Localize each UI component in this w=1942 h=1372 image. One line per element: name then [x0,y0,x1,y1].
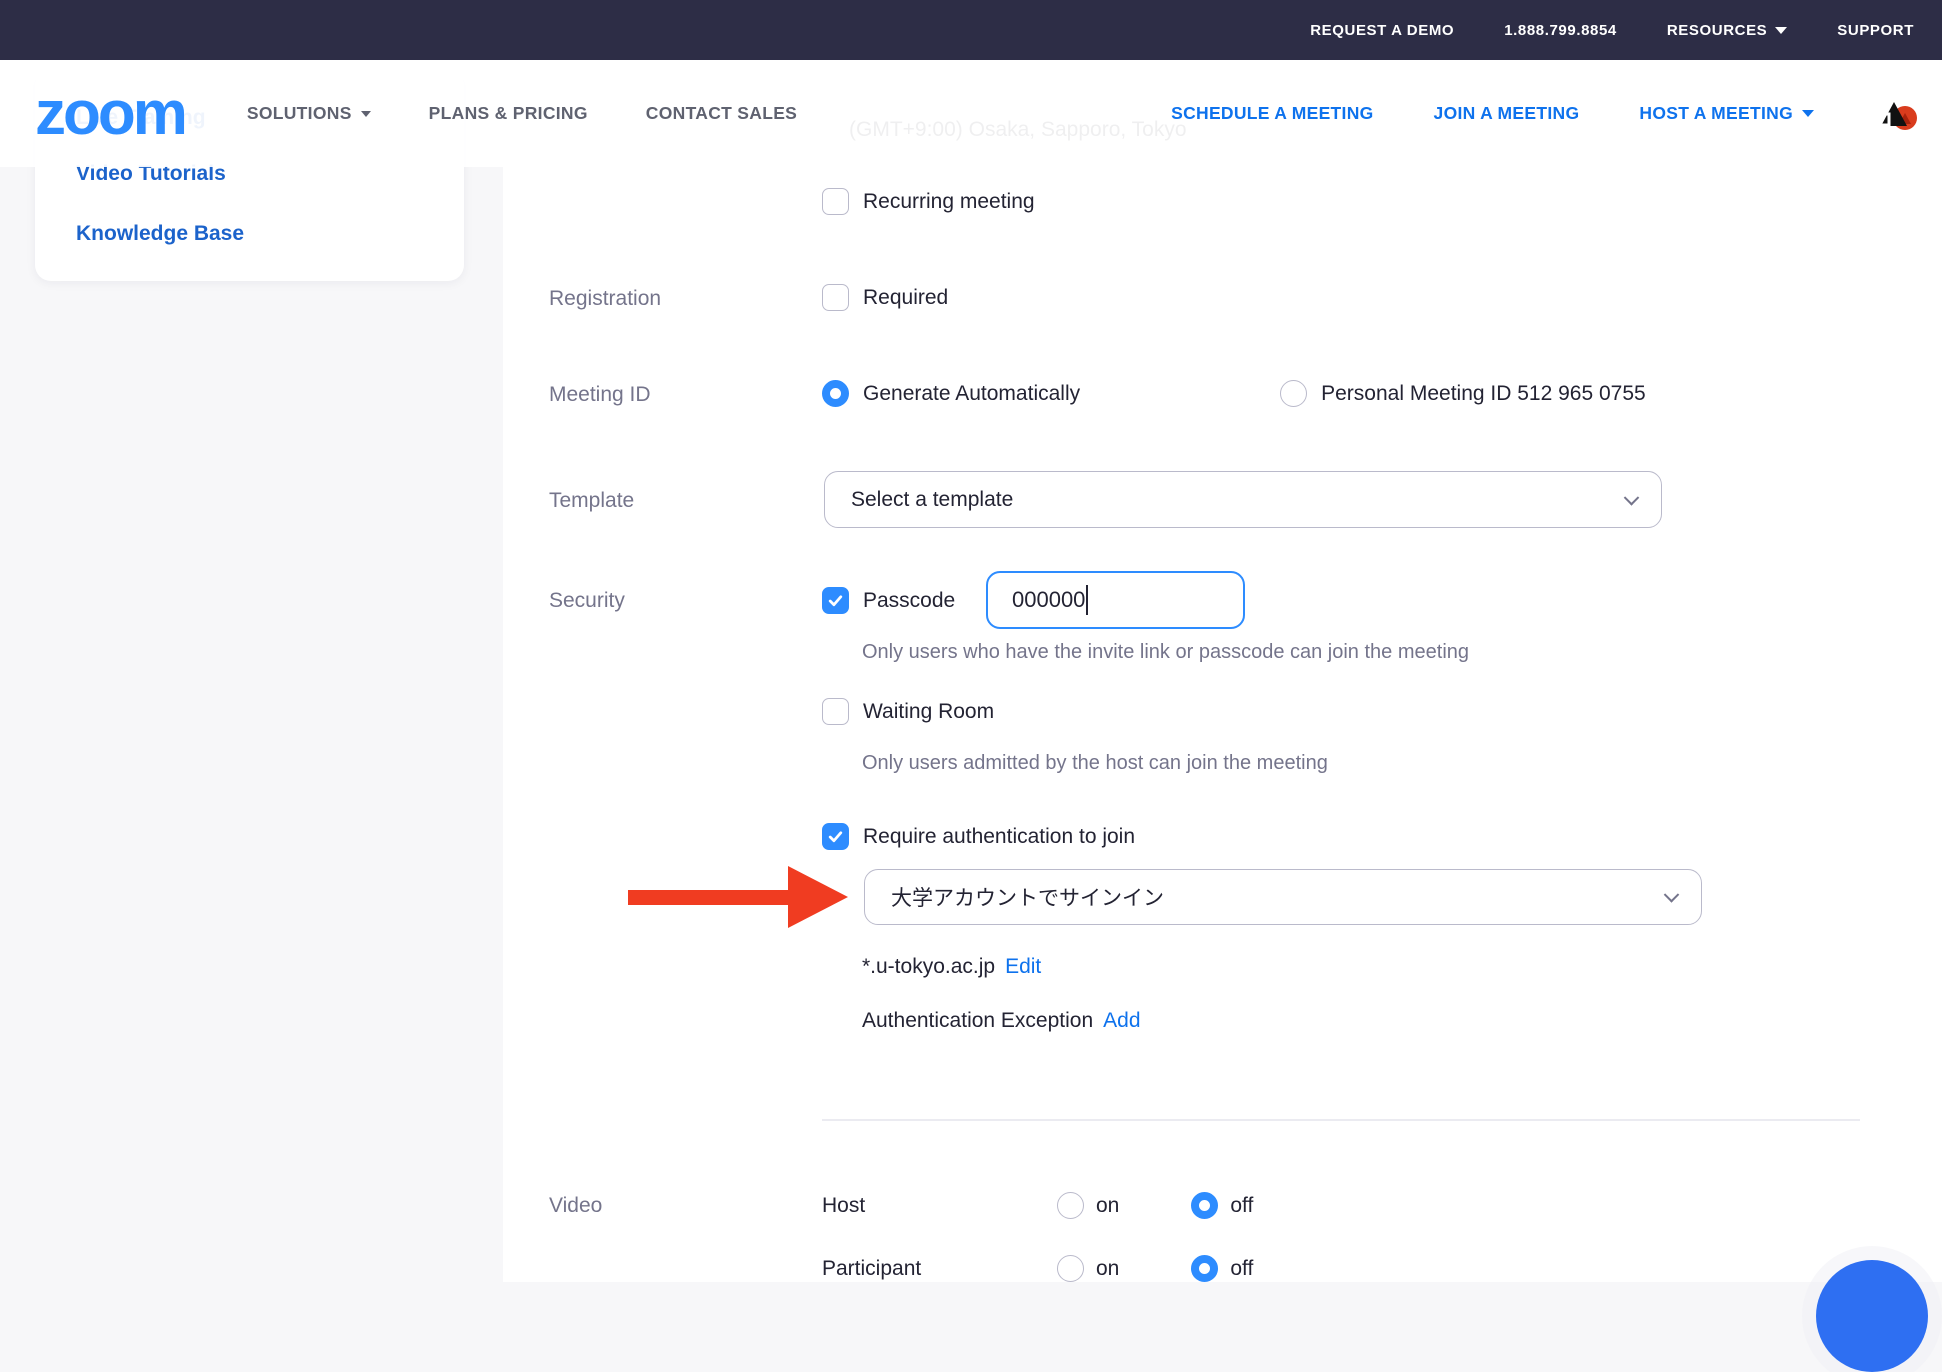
meeting-id-label: Meeting ID [549,383,651,407]
passcode-input[interactable]: 000000 [986,571,1245,629]
personal-meeting-id-radio[interactable] [1280,380,1307,407]
host-video-off-radio[interactable] [1191,1192,1218,1219]
recurring-meeting-row: Recurring meeting [822,188,1035,215]
auth-method-select[interactable]: 大学アカウントでサインイン [864,869,1702,925]
passcode-checkbox[interactable] [822,587,849,614]
support-link[interactable]: SUPPORT [1837,22,1914,39]
section-divider [822,1119,1860,1121]
host-meeting-label: HOST A MEETING [1639,103,1793,124]
video-participant-label: Participant [822,1257,1057,1281]
require-auth-checkbox[interactable] [822,823,849,850]
primary-nav: SOLUTIONS PLANS & PRICING CONTACT SALES [247,103,797,124]
host-video-on-label: on [1096,1194,1119,1218]
participant-video-off-radio[interactable] [1191,1255,1218,1282]
require-auth-label: Require authentication to join [863,825,1135,849]
generate-automatically-label: Generate Automatically [863,382,1080,406]
meeting-nav: SCHEDULE A MEETING JOIN A MEETING HOST A… [1171,94,1918,134]
request-demo-link[interactable]: REQUEST A DEMO [1310,22,1454,39]
registration-required-checkbox[interactable] [822,284,849,311]
auth-domain-edit-link[interactable]: Edit [1005,955,1041,979]
registration-row: Required [822,284,948,311]
text-cursor [1086,585,1088,615]
require-auth-row: Require authentication to join [822,823,1135,850]
meeting-id-row: Generate Automatically Personal Meeting … [822,380,1646,407]
passcode-label: Passcode [863,589,955,613]
auth-method-value: 大学アカウントでサインイン [891,882,1164,912]
chevron-down-icon [1624,490,1640,506]
auth-exception-add-link[interactable]: Add [1103,1009,1140,1033]
video-label: Video [549,1194,602,1218]
video-participant-row: Participant on off [822,1255,1253,1282]
security-label: Security [549,589,625,613]
host-meeting-menu[interactable]: HOST A MEETING [1639,103,1814,124]
zoom-logo[interactable]: zoom [35,83,185,145]
phone-number[interactable]: 1.888.799.8854 [1504,22,1617,39]
recurring-meeting-checkbox[interactable] [822,188,849,215]
template-label: Template [549,489,634,513]
check-icon [827,592,844,609]
sidebar-item-knowledge-base[interactable]: Knowledge Base [76,222,244,246]
video-host-label: Host [822,1194,1057,1218]
video-host-row: Host on off [822,1192,1253,1219]
registration-required-label: Required [863,286,948,310]
chevron-down-icon [361,111,371,117]
template-value: Select a template [851,488,1013,512]
participant-video-on-label: on [1096,1257,1119,1281]
host-video-off-label: off [1230,1194,1253,1218]
auth-domain-value: *.u-tokyo.ac.jp [862,955,995,979]
recurring-meeting-label: Recurring meeting [863,190,1035,214]
resources-label: RESOURCES [1667,22,1767,39]
waiting-room-helper-text: Only users admitted by the host can join… [862,752,1328,775]
join-meeting-link[interactable]: JOIN A MEETING [1434,103,1580,124]
top-utility-bar: REQUEST A DEMO 1.888.799.8854 RESOURCES … [0,0,1942,60]
passcode-row: Passcode [822,587,955,614]
help-button[interactable] [1816,1260,1928,1372]
page: (GMT+9:00) Osaka, Sapporo, Tokyo Live Tr… [0,0,1942,1282]
waiting-room-label: Waiting Room [863,700,994,724]
profile-avatar[interactable] [1874,94,1918,134]
registration-label: Registration [549,287,661,311]
resources-menu[interactable]: RESOURCES [1667,22,1787,39]
check-icon [827,828,844,845]
auth-domain-row: *.u-tokyo.ac.jp Edit [862,955,1041,979]
nav-solutions[interactable]: SOLUTIONS [247,103,371,124]
main-header: zoom SOLUTIONS PLANS & PRICING CONTACT S… [0,60,1942,167]
passcode-helper-text: Only users who have the invite link or p… [862,641,1469,664]
waiting-room-checkbox[interactable] [822,698,849,725]
participant-video-off-label: off [1230,1257,1253,1281]
nav-plans-pricing[interactable]: PLANS & PRICING [429,103,588,124]
auth-exception-label: Authentication Exception [862,1009,1093,1033]
chevron-down-icon [1802,110,1814,117]
red-arrow-annotation [628,858,853,936]
generate-automatically-radio[interactable] [822,380,849,407]
nav-contact-sales[interactable]: CONTACT SALES [646,103,797,124]
passcode-value: 000000 [1012,587,1085,613]
auth-exception-row: Authentication Exception Add [862,1009,1141,1033]
chevron-down-icon [1664,887,1680,903]
template-select[interactable]: Select a template [824,471,1662,528]
solutions-label: SOLUTIONS [247,103,352,124]
waiting-room-row: Waiting Room [822,698,994,725]
personal-meeting-id-label: Personal Meeting ID 512 965 0755 [1321,382,1646,406]
chevron-down-icon [1775,27,1787,34]
schedule-meeting-link[interactable]: SCHEDULE A MEETING [1171,103,1373,124]
participant-video-on-radio[interactable] [1057,1255,1084,1282]
host-video-on-radio[interactable] [1057,1192,1084,1219]
